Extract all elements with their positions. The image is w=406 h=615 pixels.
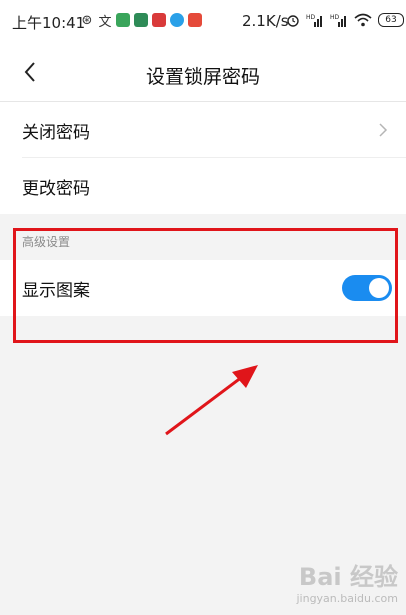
signal-hd-icon-2: HD (330, 14, 346, 27)
network-speed: 2.1K/s (242, 12, 289, 30)
svg-text:HD: HD (330, 14, 340, 21)
svg-text:HD: HD (306, 14, 316, 21)
battery-icon: 63 (378, 13, 404, 27)
app-icon-red2 (188, 13, 202, 27)
watermark: Bai 经验 jingyan.baidu.com (296, 557, 398, 605)
app-icon-darkgreen (134, 13, 148, 27)
status-time: 上午10:41 (12, 14, 86, 32)
watermark-url: jingyan.baidu.com (296, 592, 398, 605)
annotation-highlight-box (13, 228, 398, 343)
change-password-row[interactable]: 更改密码 (0, 158, 406, 214)
system-icons: HD HD 63 (286, 13, 404, 27)
status-bar: 上午10:41 ⊛ 文 2.1K/s HD HD 63 (0, 0, 406, 44)
annotation-arrow (165, 365, 258, 436)
title-bar: 设置锁屏密码 (0, 44, 406, 102)
translate-icon: 文 (98, 14, 112, 30)
alarm-icon (287, 15, 299, 27)
weibo-icon: ⊛ (81, 12, 93, 28)
signal-hd-icon: HD (306, 14, 322, 27)
wifi-icon (354, 13, 372, 27)
password-settings-group: 关闭密码 更改密码 (0, 102, 406, 214)
app-icon-green (116, 13, 130, 27)
watermark-logo: Bai 经验 (298, 563, 398, 591)
close-password-row[interactable]: 关闭密码 (0, 102, 406, 158)
change-password-label: 更改密码 (22, 178, 90, 199)
app-icon-blue (170, 13, 184, 27)
notification-icons: ⊛ 文 (80, 12, 202, 30)
page-title: 设置锁屏密码 (145, 66, 260, 88)
chevron-right-icon (379, 123, 388, 137)
app-icon-red (152, 13, 166, 27)
close-password-label: 关闭密码 (22, 122, 90, 143)
